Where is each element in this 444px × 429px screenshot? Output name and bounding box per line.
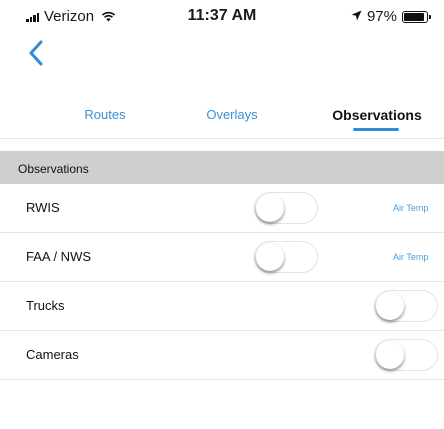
- toggle-knob: [256, 194, 284, 222]
- faa-nws-toggle[interactable]: [254, 241, 318, 273]
- chevron-left-icon: [28, 40, 54, 66]
- location-arrow-icon: [351, 8, 362, 25]
- battery-percent: 97%: [366, 8, 397, 25]
- rwis-toggle[interactable]: [254, 192, 318, 224]
- tab-routes[interactable]: Routes: [60, 107, 150, 122]
- section-title: Observations: [18, 162, 89, 176]
- active-tab-indicator: [353, 128, 399, 131]
- cameras-toggle[interactable]: [374, 339, 438, 371]
- list-item-rwis: RWIS Air Temp: [0, 184, 444, 233]
- list-item-faa-nws: FAA / NWS Air Temp: [0, 233, 444, 282]
- rwis-air-temp-link[interactable]: Air Temp: [393, 203, 428, 213]
- list-item-trucks: Trucks: [0, 282, 444, 331]
- tab-bar: Routes Overlays Observations: [0, 88, 444, 139]
- list-item-cameras: Cameras: [0, 331, 444, 380]
- battery-fill: [404, 12, 424, 21]
- row-label: Trucks: [26, 298, 65, 313]
- row-label: FAA / NWS: [26, 249, 92, 264]
- row-label: RWIS: [26, 200, 60, 215]
- back-button[interactable]: [28, 40, 54, 70]
- toggle-knob: [376, 292, 404, 320]
- faa-nws-air-temp-link[interactable]: Air Temp: [393, 252, 428, 262]
- row-label: Cameras: [26, 347, 79, 362]
- section-header: Observations: [0, 151, 444, 184]
- status-bar: Verizon 11:37 AM 97%: [0, 0, 444, 30]
- battery-group: 97%: [351, 8, 431, 25]
- toggle-knob: [256, 243, 284, 271]
- battery-icon: [402, 10, 431, 23]
- toggle-knob: [376, 341, 404, 369]
- tab-overlays[interactable]: Overlays: [182, 107, 282, 122]
- trucks-toggle[interactable]: [374, 290, 438, 322]
- tab-observations[interactable]: Observations: [322, 107, 432, 123]
